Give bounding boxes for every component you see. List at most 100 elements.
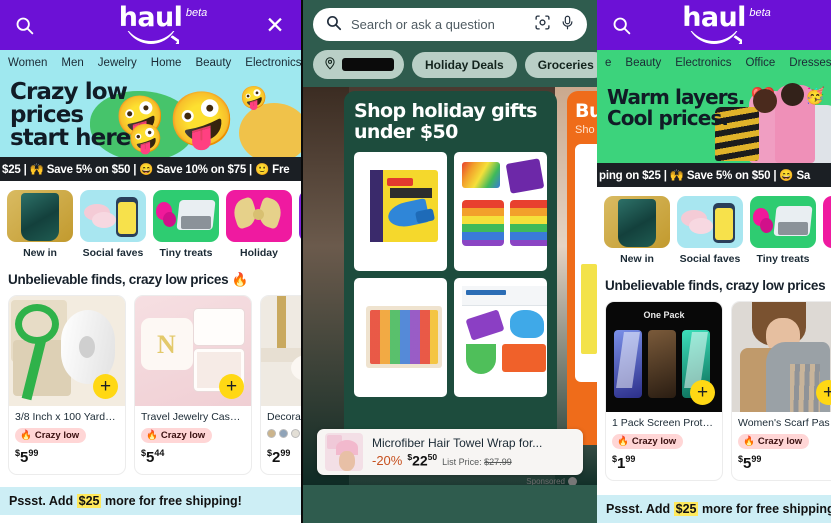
- holiday-gifts-card[interactable]: Shop holiday gifts under $50: [344, 91, 557, 445]
- crazy-face-emoji: 🤪: [128, 123, 163, 154]
- category-item[interactable]: Office: [745, 57, 775, 69]
- haul-logo: haul beta: [119, 4, 207, 44]
- crazy-low-badge: 🔥 Crazy low: [612, 434, 684, 449]
- price-fraction: 99: [28, 448, 39, 458]
- list-price-block: List Price: $27.99: [442, 457, 512, 467]
- sponsored-product-title: Microfiber Hair Towel Wrap for...: [372, 435, 543, 450]
- crazy-face-emoji: 🤪: [240, 85, 268, 110]
- category-item[interactable]: Jewelry: [98, 57, 137, 69]
- camera-icon[interactable]: [534, 14, 551, 36]
- badge-label: Crazy low: [34, 430, 80, 441]
- category-item[interactable]: Beauty: [195, 57, 231, 69]
- category-item[interactable]: Dresses: [789, 57, 831, 69]
- tile-tiny-treats[interactable]: Tiny treats: [153, 190, 219, 259]
- search-icon[interactable]: [12, 13, 36, 37]
- haul-app-panel-left: haul beta ✕ Women Men Jewelry Home Beaut…: [0, 0, 301, 523]
- list-price-value: $27.99: [484, 457, 512, 468]
- ship-bar-suffix: more for free shipping: [701, 502, 831, 516]
- category-item[interactable]: Women: [8, 57, 47, 69]
- product-title: 1 Pack Screen Protect...: [612, 417, 716, 429]
- tile-image: [823, 196, 831, 248]
- category-nav-right[interactable]: e Beauty Electronics Office Dresses Acce…: [597, 50, 831, 75]
- sponsored-product-thumbnail: [325, 433, 363, 471]
- category-tile-row-left: New in Social faves Tiny treats Holiday: [0, 181, 301, 263]
- tile-label: Social faves: [679, 253, 741, 265]
- discount-percent: -20%: [372, 453, 403, 469]
- tile-new-in[interactable]: New in: [7, 190, 73, 259]
- tile-holiday[interactable]: Holiday: [226, 190, 292, 259]
- search-icon: [325, 14, 342, 36]
- product-card[interactable]: + Decorativ +10 $299: [260, 295, 301, 475]
- ship-bar-prefix: Pssst. Add: [606, 502, 671, 516]
- flame-icon: 🔥: [617, 436, 629, 447]
- tile-social-faves[interactable]: Social faves: [80, 190, 146, 259]
- orange-card-title: Bu: [575, 100, 597, 122]
- product-row-right: One Pack + 1 Pack Screen Protect... 🔥 Cr…: [597, 301, 831, 481]
- search-input[interactable]: Search or ask a question: [313, 8, 587, 41]
- location-chip[interactable]: [313, 50, 404, 79]
- tile-image: [299, 190, 301, 242]
- add-to-cart-button[interactable]: +: [219, 374, 244, 399]
- color-swatch-badge[interactable]: +10: [267, 428, 301, 439]
- category-item[interactable]: Electronics: [675, 57, 731, 69]
- category-item[interactable]: Home: [151, 57, 182, 69]
- gift-cell-pop-fidget[interactable]: [454, 152, 547, 271]
- tile-tiny-treats[interactable]: Tiny treats: [750, 196, 816, 265]
- party-face-emoji: 🥳: [805, 88, 825, 105]
- tile-label: Social faves: [82, 247, 144, 259]
- ship-bar-suffix: more for free shipping!: [104, 494, 242, 508]
- product-info: Decorativ +10 $299: [261, 406, 301, 474]
- category-nav-left[interactable]: Women Men Jewelry Home Beauty Electronic…: [0, 50, 301, 75]
- product-image: One Pack +: [606, 302, 722, 412]
- section-title-right: Unbelievable finds, crazy low prices 🔥: [605, 278, 831, 293]
- category-item[interactable]: Electronics: [245, 57, 301, 69]
- product-overlay-label: One Pack: [643, 310, 685, 320]
- category-tile-row-right: New in Social faves Tiny treats: [597, 187, 831, 269]
- add-to-cart-button[interactable]: +: [690, 380, 715, 405]
- category-item[interactable]: Beauty: [625, 57, 661, 69]
- redacted-address: [342, 58, 394, 71]
- promotional-orange-card[interactable]: Bu Sho: [567, 91, 597, 445]
- product-card[interactable]: N + Travel Jewelry Case Or... 🔥 Crazy lo…: [134, 295, 252, 475]
- category-item[interactable]: e: [605, 57, 611, 69]
- crazy-low-badge: 🔥 Crazy low: [738, 434, 810, 449]
- gift-cell-alphabet-puzzle[interactable]: [354, 278, 447, 397]
- gift-cell-sensory-scoops[interactable]: [454, 278, 547, 397]
- hero-line-3: start here: [10, 125, 131, 151]
- tile-social-faves[interactable]: Social faves: [677, 196, 743, 265]
- product-card[interactable]: + 3/8 Inch x 100 Yards G... 🔥 Crazy low …: [8, 295, 126, 475]
- tile-new-in[interactable]: New in: [604, 196, 670, 265]
- search-icon[interactable]: [609, 13, 633, 37]
- product-info: Travel Jewelry Case Or... 🔥 Crazy low $5…: [135, 406, 251, 474]
- tile-image: [750, 196, 816, 248]
- beta-label: beta: [749, 6, 771, 19]
- info-icon[interactable]: [568, 477, 577, 485]
- sponsored-price: $2250: [407, 452, 437, 469]
- hero-banner-warm-layers[interactable]: Warm layers. ❤️ Cool prices. 🥳: [597, 75, 831, 163]
- badge-label: Crazy low: [757, 436, 803, 447]
- sponsored-product-strip[interactable]: Microfiber Hair Towel Wrap for... -20% $…: [317, 429, 583, 485]
- product-title: Travel Jewelry Case Or...: [141, 411, 245, 423]
- hero-banner-crazy-low-prices[interactable]: Crazy low prices start here 🤪 🤪 🤪 🤪: [0, 75, 301, 157]
- filter-chip-row: Holiday Deals Groceries Ha: [313, 50, 597, 79]
- hero-headline: Warm layers. ❤️ Cool prices.: [607, 87, 775, 129]
- add-to-cart-button[interactable]: +: [93, 374, 118, 399]
- haul-app-panel-right: haul beta e Beauty Electronics Office Dr…: [597, 0, 831, 523]
- product-card[interactable]: One Pack + 1 Pack Screen Protect... 🔥 Cr…: [605, 301, 723, 481]
- close-icon[interactable]: ✕: [263, 13, 287, 37]
- sponsored-product-info: Microfiber Hair Towel Wrap for... -20% $…: [372, 436, 575, 469]
- chip-holiday-deals[interactable]: Holiday Deals: [412, 51, 517, 78]
- gift-cell-voice-changer[interactable]: [354, 152, 447, 271]
- microphone-icon[interactable]: [560, 14, 575, 36]
- free-shipping-bar-left: Pssst. Add $25 more for free shipping!: [0, 487, 301, 515]
- product-title: Decorativ: [267, 411, 301, 423]
- haul-logo: haul beta: [682, 4, 771, 44]
- tile-gifts[interactable]: Gif: [299, 190, 301, 259]
- category-item[interactable]: Men: [61, 57, 83, 69]
- chip-groceries[interactable]: Groceries: [524, 51, 597, 78]
- gift-product-grid: [354, 152, 547, 397]
- product-card[interactable]: + Women's Scarf Pashm 🔥 Crazy low $599: [731, 301, 831, 481]
- tile-holiday[interactable]: H: [823, 196, 831, 265]
- chip-label: Holiday Deals: [425, 57, 504, 72]
- sponsored-tag[interactable]: Sponsored: [526, 477, 577, 485]
